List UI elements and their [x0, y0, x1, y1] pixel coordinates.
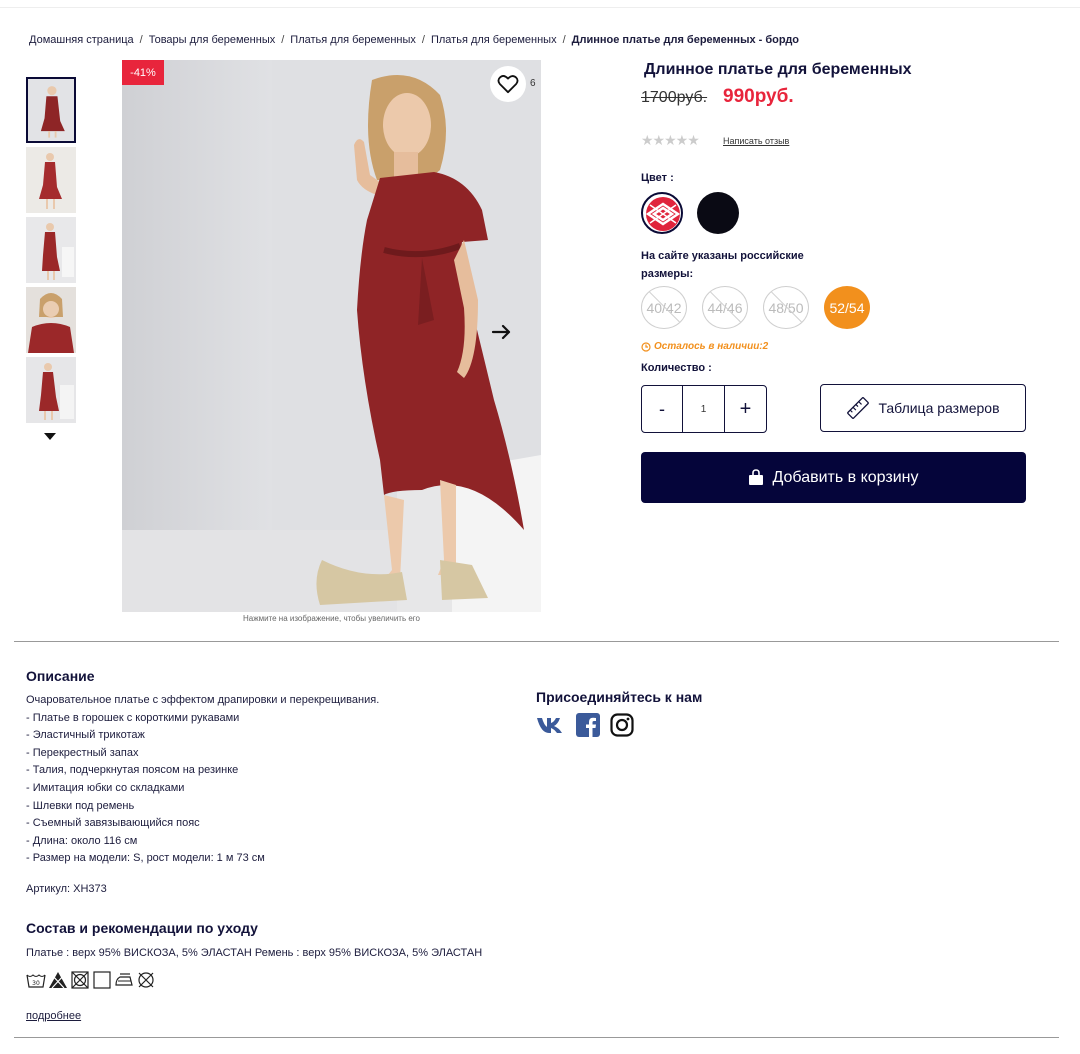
no-bleach-icon	[49, 972, 67, 989]
thumbnail-image	[26, 287, 76, 353]
breadcrumb-separator: /	[562, 34, 566, 46]
thumbnail-5[interactable]	[26, 357, 76, 423]
description-line: - Длина: около 116 см	[26, 834, 138, 847]
thumbnail-image	[28, 79, 74, 141]
description-line: - Съемный завязывающийся пояс	[26, 817, 200, 830]
thumbnail-2[interactable]	[26, 147, 76, 213]
vk-icon[interactable]	[536, 715, 566, 735]
breadcrumb-home[interactable]: Домашняя страница	[29, 34, 134, 46]
favorite-button[interactable]	[490, 66, 526, 102]
description-line: - Имитация юбки со складками	[26, 781, 185, 794]
heart-icon	[497, 75, 519, 94]
image-zoom-hint: Нажмите на изображение, чтобы увеличить …	[243, 614, 420, 623]
color-swatch-burgundy[interactable]	[641, 192, 683, 234]
care-icons: 30	[26, 970, 156, 990]
social-title: Присоединяйтесь к нам	[536, 689, 703, 705]
size-option-40-42[interactable]: 40/42	[641, 286, 687, 329]
new-price: 990руб.	[723, 86, 794, 107]
facebook-icon[interactable]	[576, 713, 600, 737]
size-table-label: Таблица размеров	[878, 400, 1000, 416]
ruler-icon	[847, 397, 870, 419]
product-main-image[interactable]	[122, 60, 541, 612]
social-links	[536, 713, 634, 737]
product-photo	[122, 60, 541, 612]
add-to-cart-label: Добавить в корзину	[772, 468, 919, 486]
description-line: - Талия, подчеркнутая поясом на резинке	[26, 764, 239, 777]
dry-icon	[93, 971, 111, 989]
description-line: Очаровательное платье с эффектом драпиро…	[26, 694, 380, 706]
breadcrumb-separator: /	[421, 34, 425, 46]
write-review-link[interactable]: Написать отзыв	[723, 136, 789, 146]
favorites-count: 6	[530, 78, 536, 89]
breadcrumb: Домашняя страница / Товары для беременных /…	[29, 34, 799, 46]
stock-status: Осталось в наличии:2	[641, 341, 768, 352]
breadcrumb-current: Длинное платье для беременных - бордо	[571, 34, 800, 46]
thumbnail-3[interactable]	[26, 217, 76, 283]
rating-stars: ★★★★★	[641, 132, 700, 148]
description-line: - Эластичный трикотаж	[26, 729, 145, 742]
thumbnail-4[interactable]	[26, 287, 76, 353]
no-dry-clean-icon	[138, 972, 154, 988]
top-divider	[0, 7, 1080, 8]
old-price: 1700руб.	[641, 89, 708, 106]
thumbnails-scroll-down-icon[interactable]	[44, 433, 56, 440]
clock-icon	[641, 341, 651, 352]
instagram-icon[interactable]	[610, 713, 634, 737]
description-line: - Размер на модели: S, рост модели: 1 м …	[26, 852, 265, 865]
quantity-increase-button[interactable]: +	[725, 386, 766, 432]
breadcrumb-maternity[interactable]: Товары для беременных	[149, 34, 276, 46]
composition-title: Состав и рекомендации по уходу	[26, 920, 258, 936]
next-image-arrow-icon[interactable]	[491, 322, 513, 342]
description-text: Очаровательное платье с эффектом драпиро…	[26, 692, 379, 868]
burgundy-pattern-icon	[645, 197, 681, 231]
discount-badge: -41%	[122, 60, 164, 85]
description-line: - Перекрестный запах	[26, 746, 139, 759]
thumbnail-1[interactable]	[26, 77, 76, 143]
thumbnail-image	[26, 217, 76, 283]
quantity-decrease-button[interactable]: -	[642, 386, 683, 432]
stock-text: Осталось в наличии:2	[654, 341, 769, 352]
breadcrumb-dresses[interactable]: Платья для беременных	[290, 34, 416, 46]
description-line: - Шлевки под ремень	[26, 799, 135, 812]
size-note: На сайте указаны российские размеры:	[641, 250, 804, 280]
size-option-48-50[interactable]: 48/50	[763, 286, 809, 329]
color-label: Цвет :	[641, 172, 674, 184]
thumbnail-image	[26, 147, 76, 213]
breadcrumb-separator: /	[281, 34, 285, 46]
no-tumble-dry-icon	[71, 971, 89, 989]
wash-temp-label: 30	[32, 980, 40, 987]
composition-text: Платье : верх 95% ВИСКОЗА, 5% ЭЛАСТАН Ре…	[26, 947, 483, 959]
size-option-44-46[interactable]: 44/46	[702, 286, 748, 329]
iron-icon	[115, 973, 133, 986]
color-swatch-black[interactable]	[697, 192, 739, 234]
quantity-label: Количество :	[641, 362, 712, 374]
article-number: Артикул: XH373	[26, 883, 107, 895]
size-option-52-54[interactable]: 52/54	[824, 286, 870, 329]
bottom-divider	[14, 1037, 1059, 1038]
description-title: Описание	[26, 668, 95, 684]
quantity-input[interactable]: 1	[683, 386, 725, 432]
breadcrumb-dresses-2[interactable]: Платья для беременных	[431, 34, 557, 46]
thumbnail-list	[26, 77, 76, 427]
more-details-link[interactable]: подробнее	[26, 1010, 81, 1022]
add-to-cart-button[interactable]: Добавить в корзину	[641, 452, 1026, 503]
section-divider	[14, 641, 1059, 642]
size-table-button[interactable]: Таблица размеров	[820, 384, 1026, 432]
breadcrumb-separator: /	[139, 34, 143, 46]
shopping-bag-icon	[749, 469, 764, 485]
wash-30-icon: 30	[26, 974, 46, 988]
description-line: - Платье в горошек с короткими рукавами	[26, 711, 240, 724]
thumbnail-image	[26, 357, 76, 423]
quantity-stepper: - 1 +	[641, 385, 767, 433]
product-title: Длинное платье для беременных	[644, 61, 912, 78]
